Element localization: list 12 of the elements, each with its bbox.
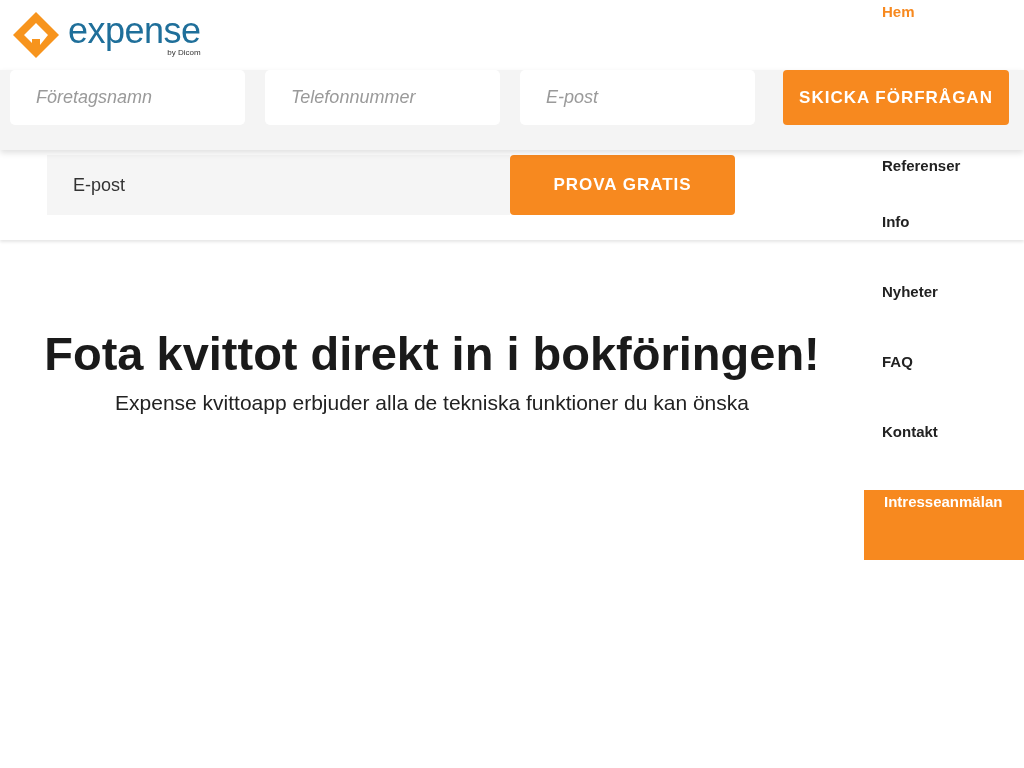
logo-tagline: by Dicom (167, 47, 201, 57)
hero-heading: Fota kvittot direkt in i bokföringen! (43, 326, 821, 381)
nav-link[interactable]: Info (864, 210, 1024, 280)
input-field[interactable]: Telefonnummer (265, 70, 500, 125)
email-field[interactable]: E-post (47, 155, 510, 215)
nav-link[interactable]: Kontakt (864, 420, 1024, 490)
input-field[interactable]: E-post (520, 70, 755, 125)
nav-link[interactable]: FAQ (864, 350, 1024, 420)
nav-link[interactable]: Nyheter (864, 280, 1024, 350)
nav-link[interactable]: Referenser (864, 154, 1024, 210)
input-field[interactable]: Företagsnamn (10, 70, 245, 125)
hero-subtitle: Expense kvittoapp erbjuder alla de tekniska funktioner du kan önska (114, 391, 750, 415)
